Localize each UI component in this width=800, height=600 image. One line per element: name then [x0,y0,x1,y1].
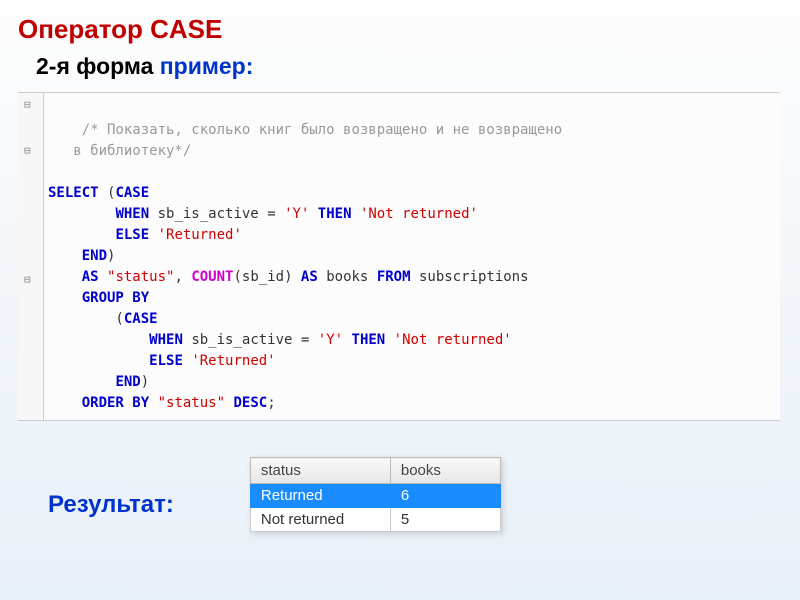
table-row: Returned 6 [250,484,500,508]
fold-icon: ⊟ [24,272,31,289]
col: sb_id [242,269,284,285]
kw-then: THEN [318,206,352,222]
kw-case: CASE [115,185,149,201]
col: sb_is_active [158,206,259,222]
kw-end: END [115,374,140,390]
kw-end: END [82,248,107,264]
kw-orderby: ORDER BY [82,395,149,411]
kw-groupby: GROUP BY [82,290,149,306]
cell-books: 5 [390,508,500,532]
code-comment: в библиотеку*/ [48,143,191,159]
kw-when: WHEN [115,206,149,222]
table-name: subscriptions [419,269,529,285]
str: 'Returned' [191,353,275,369]
fold-icon: ⊟ [24,143,31,160]
slide: Оператор CASE 2-я форма пример: ⊟ ⊟ ⊟ /*… [0,0,800,532]
kw-as: AS [301,269,318,285]
table-header-status: status [250,458,390,484]
subtitle-part1: 2-я форма [36,53,160,79]
alias: "status" [107,269,174,285]
slide-subtitle: 2-я форма пример: [36,53,780,80]
kw-then: THEN [352,332,386,348]
kw-case: CASE [124,311,158,327]
table-row: Not returned 5 [250,508,500,532]
str: 'Y' [318,332,343,348]
kw-desc: DESC [233,395,267,411]
kw-from: FROM [377,269,411,285]
kw-when: WHEN [149,332,183,348]
str: 'Not returned' [394,332,512,348]
alias: books [326,269,368,285]
result-label: Результат: [48,491,174,519]
kw-select: SELECT [48,185,99,201]
fold-icon: ⊟ [24,97,31,114]
func-count: COUNT [191,269,233,285]
col: sb_is_active [191,332,292,348]
code-gutter: ⊟ ⊟ ⊟ [18,93,44,420]
table-header-books: books [390,458,500,484]
str: 'Y' [284,206,309,222]
str: 'Not returned' [360,206,478,222]
cell-status: Returned [250,484,390,508]
alias: "status" [158,395,225,411]
kw-else: ELSE [115,227,149,243]
str: 'Returned' [158,227,242,243]
result-area: Результат: status books Returned 6 Not r… [18,457,780,532]
code-comment: /* Показать, сколько книг было возвращен… [82,122,562,138]
slide-title: Оператор CASE [18,14,780,45]
cell-status: Not returned [250,508,390,532]
sql-code-block: ⊟ ⊟ ⊟ /* Показать, сколько книг было воз… [18,92,780,421]
kw-else: ELSE [149,353,183,369]
kw-as: AS [82,269,99,285]
cell-books: 6 [390,484,500,508]
subtitle-part2: пример: [160,53,254,79]
result-table: status books Returned 6 Not returned 5 [250,457,501,532]
